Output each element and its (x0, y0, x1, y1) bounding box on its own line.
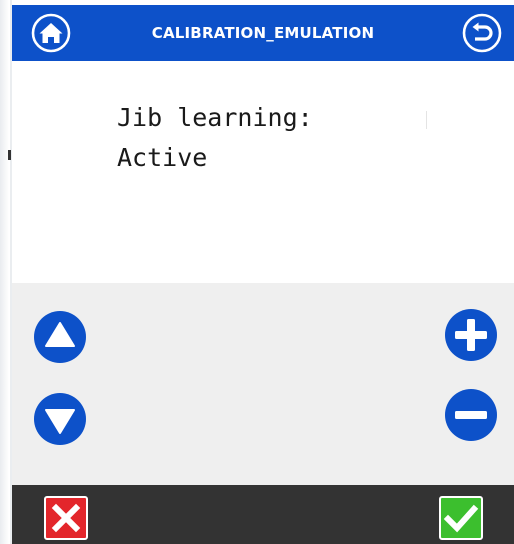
home-icon (31, 13, 71, 53)
home-button[interactable] (30, 12, 72, 54)
cursor-mark (426, 111, 427, 129)
calibration-screen: CALIBRATION_EMULATION Jib learning: Acti… (0, 0, 514, 544)
cancel-button[interactable] (44, 496, 88, 540)
checkmark-icon (439, 496, 483, 540)
minus-icon (445, 389, 497, 441)
parameter-value: Active (117, 143, 208, 172)
parameter-label: Jib learning: (117, 103, 313, 132)
plus-icon (445, 309, 497, 361)
triangle-down-icon (34, 393, 86, 445)
back-arrow-icon (462, 13, 502, 53)
up-button[interactable] (33, 310, 87, 364)
page-title: CALIBRATION_EMULATION (151, 24, 375, 42)
minus-button[interactable] (444, 388, 498, 442)
triangle-up-icon (34, 311, 86, 363)
content-panel: Jib learning: Active (12, 61, 514, 283)
left-window-edge (0, 0, 12, 544)
footer-bar (12, 485, 514, 544)
down-button[interactable] (33, 392, 87, 446)
plus-button[interactable] (444, 308, 498, 362)
left-edge-marker (8, 150, 11, 160)
controls-panel (12, 283, 514, 485)
back-button[interactable] (461, 12, 503, 54)
confirm-button[interactable] (439, 496, 483, 540)
x-icon (44, 496, 88, 540)
header-bar: CALIBRATION_EMULATION (12, 5, 514, 61)
